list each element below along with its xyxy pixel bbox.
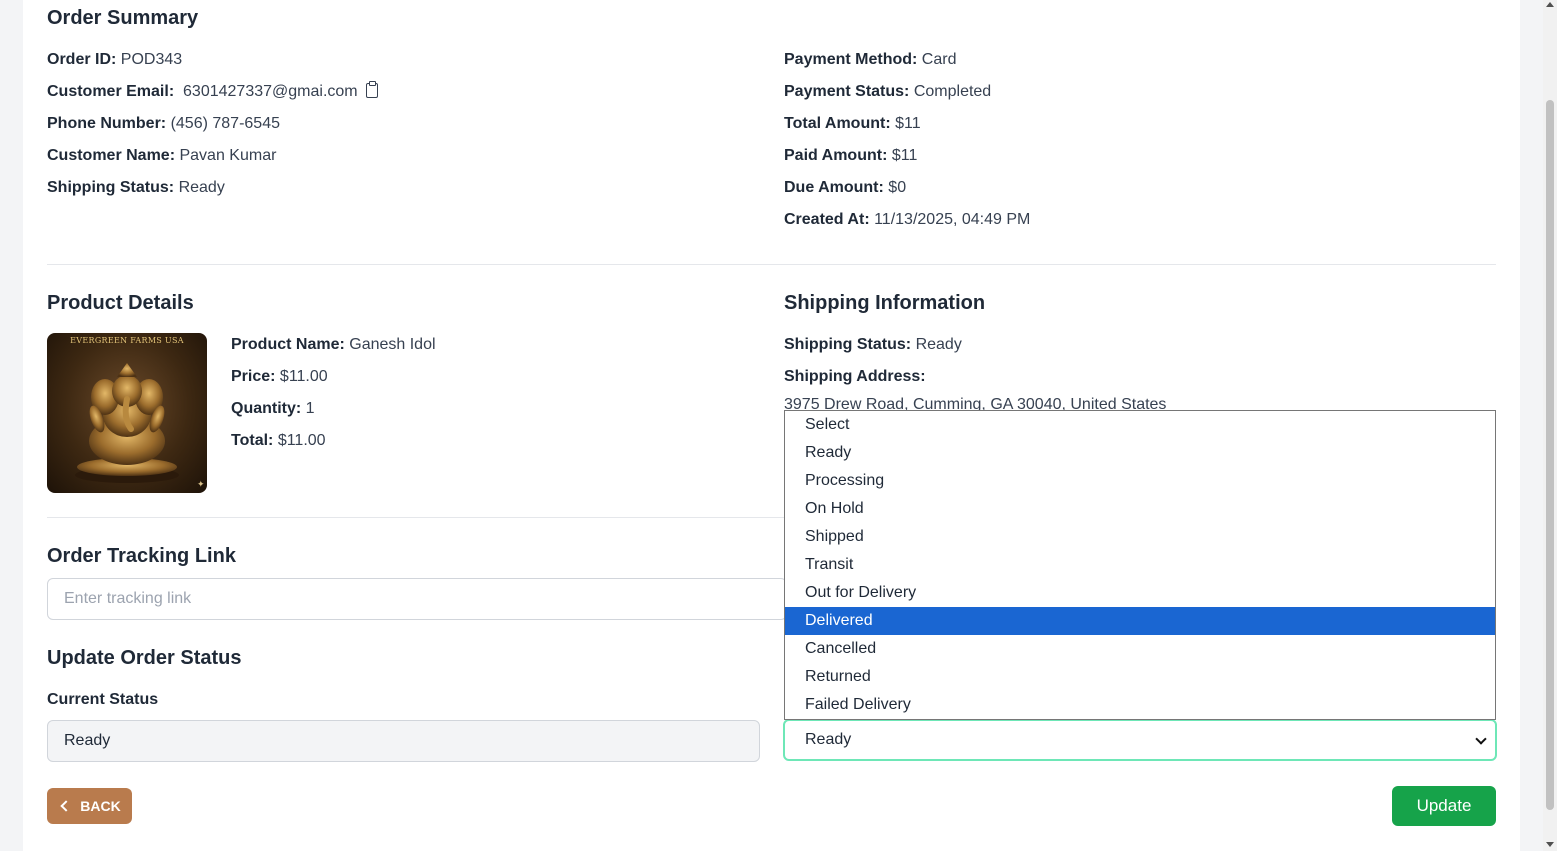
customer-name-row: Customer Name: Pavan Kumar: [47, 147, 276, 165]
shipping-info-title: Shipping Information: [784, 292, 986, 314]
section-divider-2: [47, 517, 787, 518]
status-option-shipped[interactable]: Shipped: [785, 523, 1495, 551]
payment-status-value: Completed: [913, 83, 992, 100]
created-at-value: 11/13/2025, 04:49 PM: [874, 211, 1031, 228]
shipping-address-label-row: Shipping Address:: [784, 368, 926, 386]
product-name-row: Product Name: Ganesh Idol: [231, 336, 436, 354]
copy-icon[interactable]: [365, 81, 378, 98]
due-amount-value: $0: [888, 179, 907, 196]
shipping-status-label: Shipping Status:: [47, 179, 175, 196]
product-image: EVERGREEN FARMS USA ✦: [47, 333, 207, 493]
order-id-label: Order ID:: [47, 51, 117, 68]
payment-status-label: Payment Status:: [784, 83, 910, 100]
status-option-transit[interactable]: Transit: [785, 551, 1495, 579]
back-button[interactable]: BACK: [47, 788, 132, 824]
total-amount-row: Total Amount: $11: [784, 115, 921, 133]
status-option-returned[interactable]: Returned: [785, 663, 1495, 691]
product-quantity-label: Quantity:: [231, 400, 302, 417]
tracking-title: Order Tracking Link: [47, 545, 236, 567]
product-name-label: Product Name:: [231, 336, 345, 353]
scroll-thumb[interactable]: [1546, 100, 1554, 810]
product-price-label: Price:: [231, 368, 276, 385]
phone-number-value: (456) 787-6545: [170, 115, 280, 132]
product-total-row: Total: $11.00: [231, 432, 326, 450]
due-amount-row: Due Amount: $0: [784, 179, 906, 197]
chevron-down-icon: [1475, 733, 1487, 745]
update-status-title: Update Order Status: [47, 647, 242, 669]
product-name-value: Ganesh Idol: [349, 336, 436, 353]
shipping-info-status-row: Shipping Status: Ready: [784, 336, 962, 354]
status-option-on-hold[interactable]: On Hold: [785, 495, 1495, 523]
order-summary-title: Order Summary: [47, 7, 199, 29]
created-at-row: Created At: 11/13/2025, 04:49 PM: [784, 211, 1030, 229]
tracking-link-input[interactable]: [47, 578, 787, 620]
order-id-value: POD343: [120, 51, 183, 68]
update-button[interactable]: Update: [1392, 786, 1496, 826]
scroll-up-arrow-icon[interactable]: [1546, 2, 1554, 7]
status-option-failed-delivery[interactable]: Failed Delivery: [785, 691, 1495, 719]
svg-text:✦: ✦: [197, 479, 205, 489]
status-option-cancelled[interactable]: Cancelled: [785, 635, 1495, 663]
shipping-address-label: Shipping Address:: [784, 368, 926, 385]
customer-name-value: Pavan Kumar: [179, 147, 277, 164]
due-amount-label: Due Amount:: [784, 179, 884, 196]
status-select[interactable]: Ready: [783, 719, 1497, 761]
product-quantity-row: Quantity: 1: [231, 400, 315, 418]
shipping-info-status-label: Shipping Status:: [784, 336, 912, 353]
shipping-status-value: Ready: [178, 179, 225, 196]
product-details-title: Product Details: [47, 292, 194, 314]
order-id-row: Order ID: POD343: [47, 51, 182, 69]
customer-email-value: 6301427337@gmai.com: [183, 83, 358, 100]
payment-method-row: Payment Method: Card: [784, 51, 956, 69]
chevron-left-icon: [60, 800, 72, 812]
product-price-row: Price: $11.00: [231, 368, 328, 386]
product-image-caption: EVERGREEN FARMS USA: [70, 336, 184, 345]
ganesh-idol-figure: ✦: [75, 363, 205, 489]
status-select-value: Ready: [805, 731, 852, 748]
current-status-field: Ready: [47, 720, 760, 762]
status-option-ready[interactable]: Ready: [785, 439, 1495, 467]
product-total-label: Total:: [231, 432, 274, 449]
current-status-label: Current Status: [47, 691, 159, 708]
product-quantity-value: 1: [305, 400, 315, 417]
section-divider: [47, 264, 1496, 265]
paid-amount-value: $11: [891, 147, 918, 164]
product-price-value: $11.00: [279, 368, 328, 385]
status-dropdown-list: Select Ready Processing On Hold Shipped …: [784, 410, 1496, 720]
back-button-label: BACK: [80, 798, 121, 814]
customer-name-label: Customer Name:: [47, 147, 176, 164]
created-at-label: Created At:: [784, 211, 870, 228]
total-amount-label: Total Amount:: [784, 115, 891, 132]
status-option-delivered[interactable]: Delivered: [785, 607, 1495, 635]
customer-email-label: Customer Email:: [47, 83, 175, 100]
product-total-value: $11.00: [277, 432, 326, 449]
total-amount-value: $11: [895, 115, 921, 132]
phone-number-row: Phone Number: (456) 787-6545: [47, 115, 280, 133]
shipping-info-status-value: Ready: [915, 336, 962, 353]
paid-amount-row: Paid Amount: $11: [784, 147, 917, 165]
status-option-select[interactable]: Select: [785, 411, 1495, 439]
update-button-label: Update: [1416, 796, 1472, 815]
payment-method-label: Payment Method:: [784, 51, 918, 68]
payment-method-value: Card: [921, 51, 957, 68]
status-option-out-for-delivery[interactable]: Out for Delivery: [785, 579, 1495, 607]
customer-email-row: Customer Email: 6301427337@gmai.com: [47, 81, 378, 101]
page-scrollbar[interactable]: [1543, 0, 1557, 851]
status-option-processing[interactable]: Processing: [785, 467, 1495, 495]
shipping-status-row: Shipping Status: Ready: [47, 179, 225, 197]
payment-status-row: Payment Status: Completed: [784, 83, 991, 101]
scroll-down-arrow-icon[interactable]: [1546, 842, 1554, 847]
paid-amount-label: Paid Amount:: [784, 147, 888, 164]
phone-number-label: Phone Number:: [47, 115, 167, 132]
